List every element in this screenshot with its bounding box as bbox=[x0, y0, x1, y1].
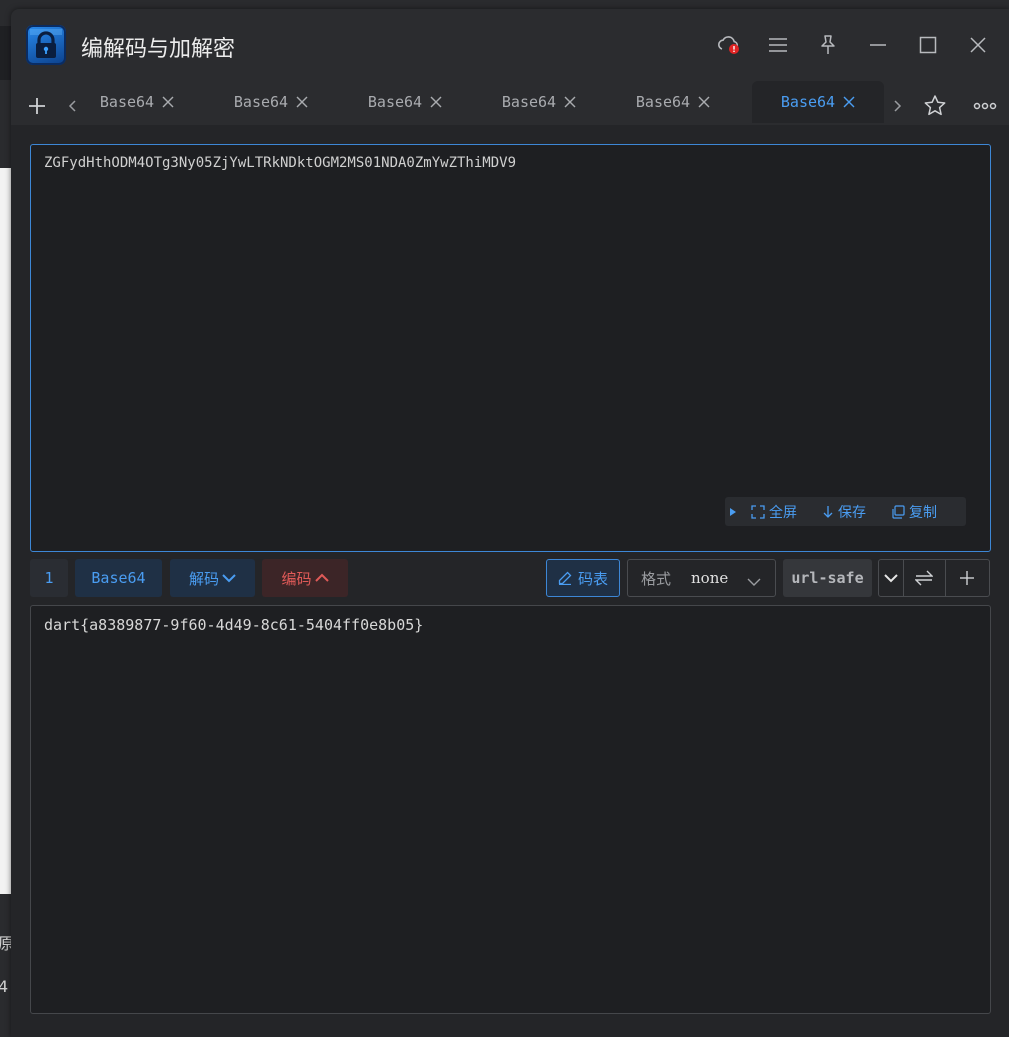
input-toolbar: 全屏 保存 复制 bbox=[725, 497, 966, 526]
output-textarea[interactable]: dart{a8389877-9f60-4d49-8c61-5404ff0e8b0… bbox=[30, 605, 991, 1014]
fullscreen-label: 全屏 bbox=[769, 504, 797, 521]
tab-close-icon[interactable] bbox=[296, 96, 308, 108]
more-icon[interactable] bbox=[973, 94, 997, 118]
tab-label: Base64 bbox=[780, 93, 836, 111]
decode-label: 解码 bbox=[188, 569, 219, 588]
chevron-down-icon bbox=[222, 573, 236, 583]
tab-base64[interactable]: Base64 bbox=[71, 81, 203, 123]
add-tab-icon[interactable] bbox=[25, 94, 49, 118]
tab-base64[interactable]: Base64 bbox=[607, 81, 739, 123]
cloud-sync-icon[interactable] bbox=[715, 31, 743, 59]
background-app-text: 4 bbox=[0, 977, 9, 996]
app-window: 编解码与加解密 Base64 Base64 Base64 Base64 Base… bbox=[11, 9, 1009, 1037]
swap-icon bbox=[915, 570, 934, 586]
title-bar: 编解码与加解密 bbox=[11, 9, 1009, 79]
tab-close-icon[interactable] bbox=[564, 96, 576, 108]
tab-base64[interactable]: Base64 bbox=[205, 81, 337, 123]
fullscreen-button[interactable]: 全屏 bbox=[751, 502, 797, 522]
plus-icon bbox=[959, 570, 975, 586]
url-safe-toggle[interactable]: url-safe bbox=[783, 559, 872, 597]
pin-icon[interactable] bbox=[814, 31, 842, 59]
tab-label: Base64 bbox=[99, 93, 155, 111]
tab-base64[interactable]: Base64 bbox=[473, 81, 605, 123]
count-button[interactable]: 1 bbox=[30, 559, 68, 597]
close-icon[interactable] bbox=[964, 31, 992, 59]
input-textarea[interactable]: ZGFydHthODM4OTg3Ny05ZjYwLTRkNDktOGM2MS01… bbox=[30, 144, 991, 552]
input-text[interactable]: ZGFydHthODM4OTg3Ny05ZjYwLTRkNDktOGM2MS01… bbox=[44, 155, 516, 171]
copy-icon bbox=[891, 504, 909, 519]
format-select[interactable]: 格式 none bbox=[627, 559, 776, 597]
algorithm-button[interactable]: Base64 bbox=[75, 559, 162, 597]
add-button[interactable] bbox=[946, 560, 989, 596]
edit-icon bbox=[558, 571, 572, 585]
save-label: 保存 bbox=[838, 504, 866, 521]
output-text[interactable]: dart{a8389877-9f60-4d49-8c61-5404ff0e8b0… bbox=[44, 616, 423, 634]
tab-base64-active[interactable]: Base64 bbox=[752, 81, 884, 123]
expand-options-button[interactable] bbox=[879, 560, 904, 596]
encode-button[interactable]: 编码 bbox=[262, 559, 348, 597]
code-table-button[interactable]: 码表 bbox=[546, 559, 620, 597]
save-button[interactable]: 保存 bbox=[822, 502, 866, 522]
lock-logo-icon bbox=[26, 25, 66, 65]
chevron-down-icon bbox=[747, 573, 761, 591]
tab-label: Base64 bbox=[367, 93, 423, 111]
tab-bar: Base64 Base64 Base64 Base64 Base64 Base6… bbox=[11, 79, 1009, 125]
format-label: 格式 bbox=[641, 569, 672, 588]
tab-close-icon[interactable] bbox=[162, 96, 174, 108]
chevron-down-icon bbox=[884, 573, 898, 583]
encode-label: 编码 bbox=[281, 569, 312, 588]
tab-label: Base64 bbox=[501, 93, 557, 111]
format-value: none bbox=[691, 569, 729, 587]
fullscreen-icon bbox=[751, 504, 769, 519]
scroll-right-icon[interactable] bbox=[885, 94, 909, 118]
download-icon bbox=[822, 505, 838, 519]
swap-button[interactable] bbox=[904, 560, 946, 596]
action-bar: 1 Base64 解码 编码 码表 格式 none url-safe bbox=[30, 559, 991, 599]
tab-close-icon[interactable] bbox=[843, 96, 855, 108]
tab-close-icon[interactable] bbox=[430, 96, 442, 108]
chevron-up-icon bbox=[314, 573, 329, 583]
collapse-toolbar-icon[interactable] bbox=[729, 507, 737, 517]
tab-label: Base64 bbox=[635, 93, 691, 111]
decode-button[interactable]: 解码 bbox=[170, 559, 255, 597]
menu-icon[interactable] bbox=[764, 31, 792, 59]
tab-base64[interactable]: Base64 bbox=[339, 81, 471, 123]
minimize-icon[interactable] bbox=[864, 31, 892, 59]
window-title: 编解码与加解密 bbox=[81, 37, 236, 62]
background-app-panel bbox=[0, 168, 11, 894]
copy-label: 复制 bbox=[909, 504, 937, 521]
option-button-group bbox=[878, 559, 990, 597]
star-icon[interactable] bbox=[923, 94, 947, 118]
tab-close-icon[interactable] bbox=[698, 96, 710, 108]
maximize-icon[interactable] bbox=[914, 31, 942, 59]
code-table-label: 码表 bbox=[577, 569, 608, 588]
copy-button[interactable]: 复制 bbox=[891, 502, 937, 522]
tab-label: Base64 bbox=[233, 93, 289, 111]
